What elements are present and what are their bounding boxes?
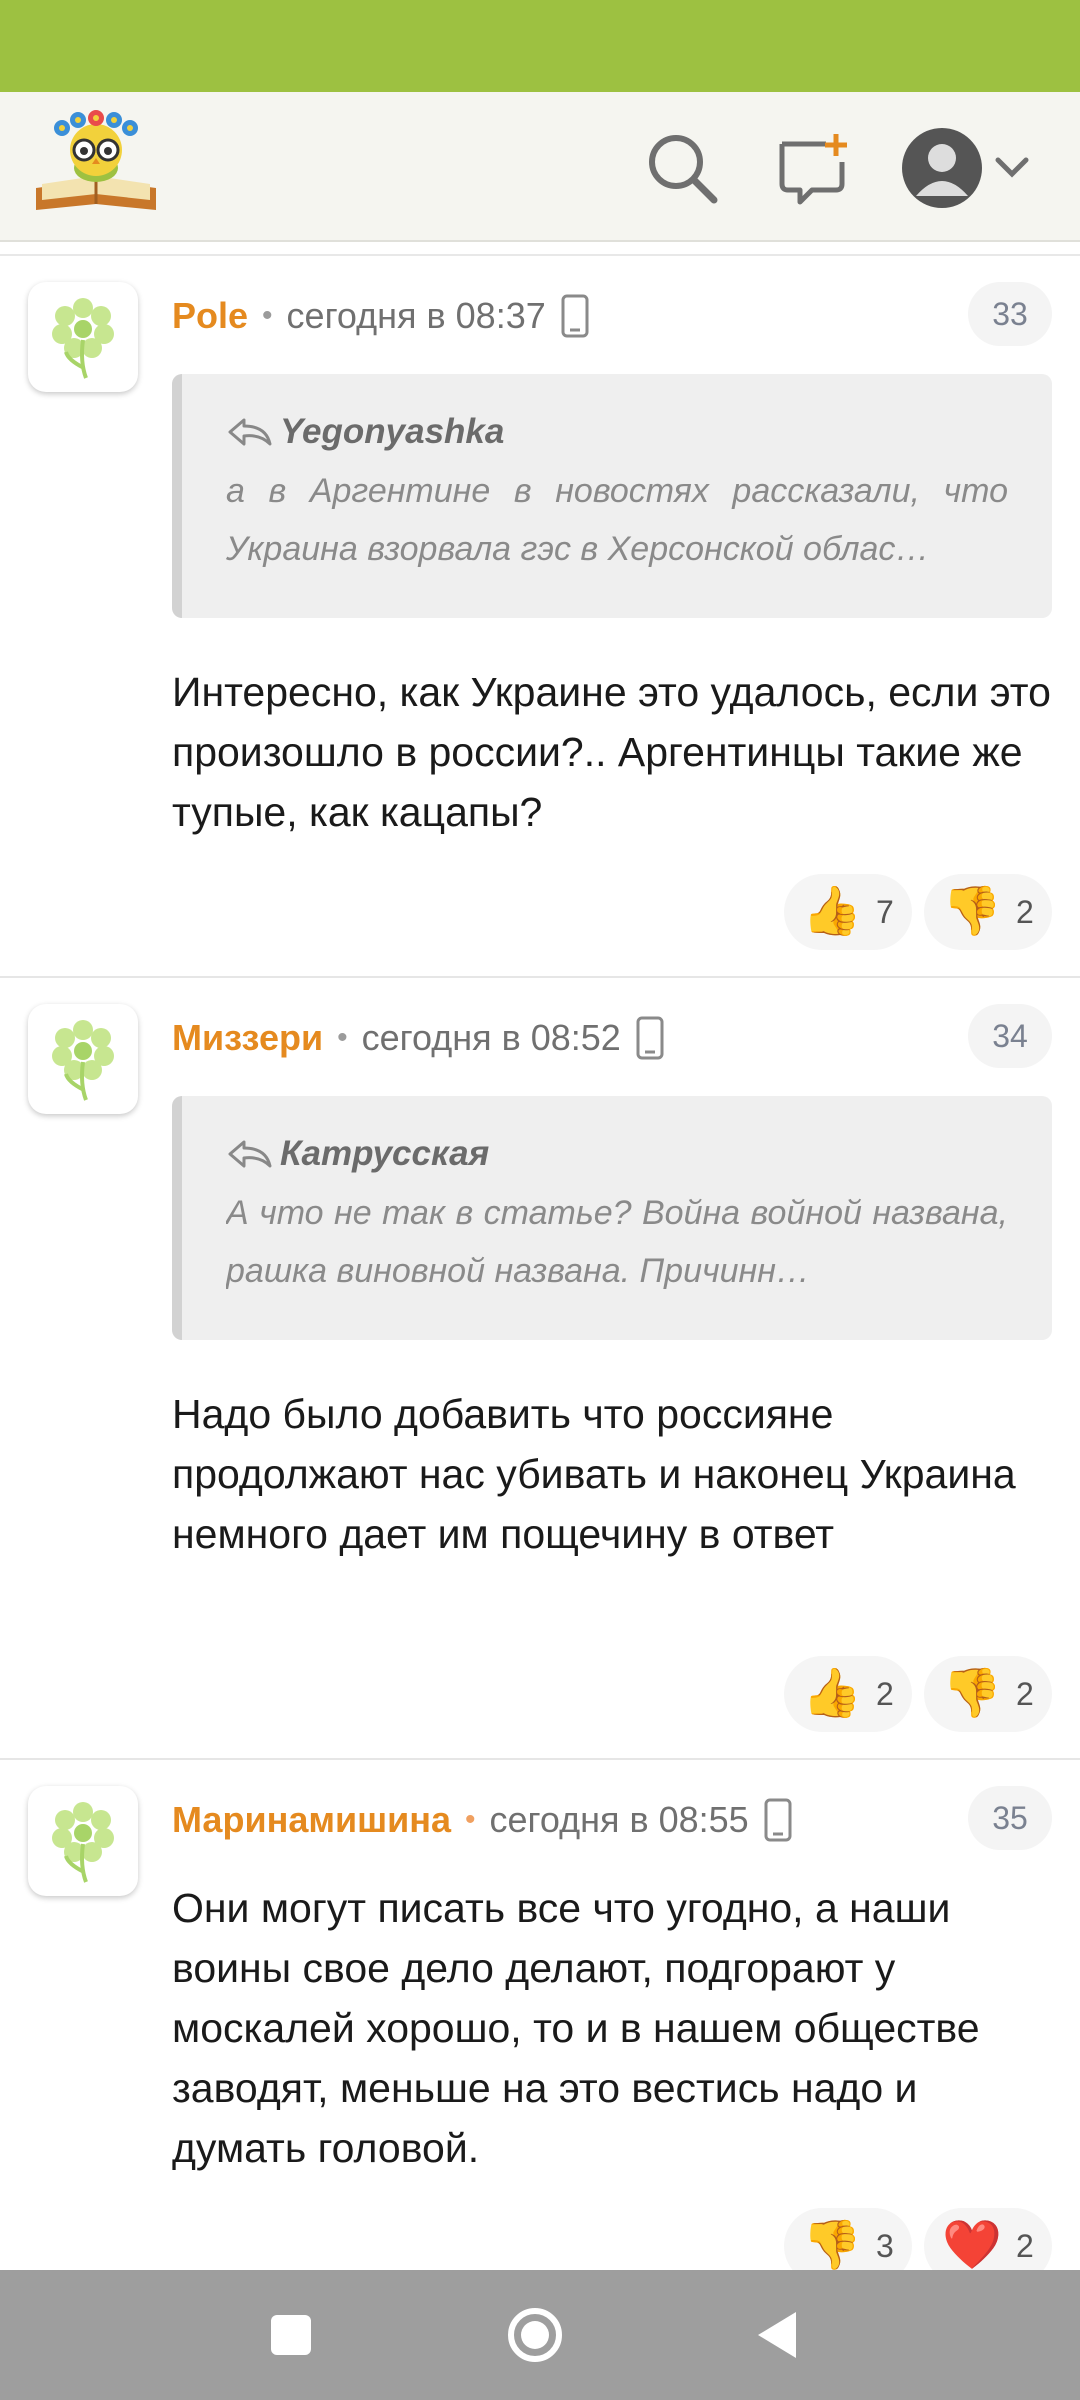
android-nav-bar bbox=[0, 2270, 1080, 2400]
like-reaction[interactable]: 👍 7 bbox=[784, 874, 912, 950]
comment-body: Они могут писать все что угодно, а наши … bbox=[172, 1885, 980, 2171]
phone-icon bbox=[763, 1798, 793, 1842]
thumbs-down-icon: 👎 bbox=[802, 2219, 862, 2272]
comment-time: сегодня в 08:37 bbox=[286, 295, 546, 336]
author-name[interactable]: Миззери bbox=[172, 1017, 323, 1059]
comment-meta: Маринамишина • сегодня в 08:55 bbox=[172, 1792, 793, 1848]
quote-author: Yegonyashka bbox=[226, 412, 1008, 452]
avatar[interactable] bbox=[28, 1004, 138, 1114]
like-count: 2 bbox=[875, 1675, 894, 1712]
circle-home-icon[interactable] bbox=[500, 2300, 570, 2370]
phone-icon bbox=[635, 1016, 665, 1060]
like-reaction[interactable]: 👍 2 bbox=[784, 1656, 912, 1732]
quote-author: Катрусская bbox=[226, 1134, 1008, 1174]
comment-meta: Pole • сегодня в 08:37 bbox=[172, 288, 590, 344]
comment-divider bbox=[0, 976, 1080, 978]
phone-icon bbox=[560, 294, 590, 338]
quote-text: А что не так в статье? Война войной назв… bbox=[226, 1194, 1008, 1290]
comment-number[interactable]: 35 bbox=[968, 1786, 1052, 1850]
thumbs-down-icon: 👎 bbox=[942, 1667, 1002, 1720]
quote-author-name: Катрусская bbox=[280, 1134, 490, 1173]
dislike-reaction[interactable]: 👎 2 bbox=[924, 1656, 1052, 1732]
triangle-back-icon[interactable] bbox=[744, 2300, 814, 2370]
comment-meta: Миззери • сегодня в 08:52 bbox=[172, 1010, 665, 1066]
heart-icon: ❤️ bbox=[942, 2219, 1002, 2272]
separator-dot: • bbox=[337, 1021, 348, 1054]
separator-dot: • bbox=[262, 299, 273, 332]
add-message-icon[interactable] bbox=[770, 126, 854, 210]
app-header bbox=[0, 92, 1080, 242]
chevron-down-icon[interactable] bbox=[990, 126, 1034, 210]
thumbs-up-icon: 👍 bbox=[802, 885, 862, 938]
square-recents-icon[interactable] bbox=[256, 2300, 326, 2370]
heart-count: 2 bbox=[1015, 2227, 1034, 2264]
search-icon[interactable] bbox=[640, 126, 724, 210]
thumbs-down-icon: 👎 bbox=[942, 885, 1002, 938]
separator-dot: • bbox=[465, 1803, 476, 1836]
comment-time: сегодня в 08:52 bbox=[361, 1017, 621, 1058]
comment-body: Интересно, как Украине это удалось, если… bbox=[172, 669, 1051, 835]
comment-number[interactable]: 34 bbox=[968, 1004, 1052, 1068]
author-name[interactable]: Маринамишина bbox=[172, 1799, 451, 1841]
quote-text: а в Аргентине в новостях рассказали, что… bbox=[226, 472, 1008, 568]
comment-time: сегодня в 08:55 bbox=[489, 1799, 749, 1840]
avatar[interactable] bbox=[28, 1786, 138, 1896]
quote-block[interactable]: Yegonyashka а в Аргентине в новостях рас… bbox=[172, 374, 1052, 618]
comment-divider bbox=[0, 1758, 1080, 1760]
dislike-count: 2 bbox=[1015, 893, 1034, 930]
dislike-reaction[interactable]: 👎 2 bbox=[924, 874, 1052, 950]
dislike-count: 2 bbox=[1015, 1675, 1034, 1712]
avatar[interactable] bbox=[28, 282, 138, 392]
comment-body: Надо было добавить что россияне продолжа… bbox=[172, 1391, 1016, 1557]
quote-block[interactable]: Катрусская А что не так в статье? Война … bbox=[172, 1096, 1052, 1340]
reply-arrow-icon bbox=[228, 1140, 272, 1168]
user-avatar-icon[interactable] bbox=[900, 126, 984, 210]
like-count: 7 bbox=[875, 893, 894, 930]
author-name[interactable]: Pole bbox=[172, 295, 248, 337]
top-divider bbox=[0, 254, 1080, 256]
dislike-count: 3 bbox=[875, 2227, 894, 2264]
reply-arrow-icon bbox=[228, 418, 272, 446]
thumbs-up-icon: 👍 bbox=[802, 1667, 862, 1720]
comment-number[interactable]: 33 bbox=[968, 282, 1052, 346]
status-bar bbox=[0, 0, 1080, 92]
quote-author-name: Yegonyashka bbox=[280, 412, 505, 451]
book-owl-logo[interactable] bbox=[32, 110, 160, 222]
